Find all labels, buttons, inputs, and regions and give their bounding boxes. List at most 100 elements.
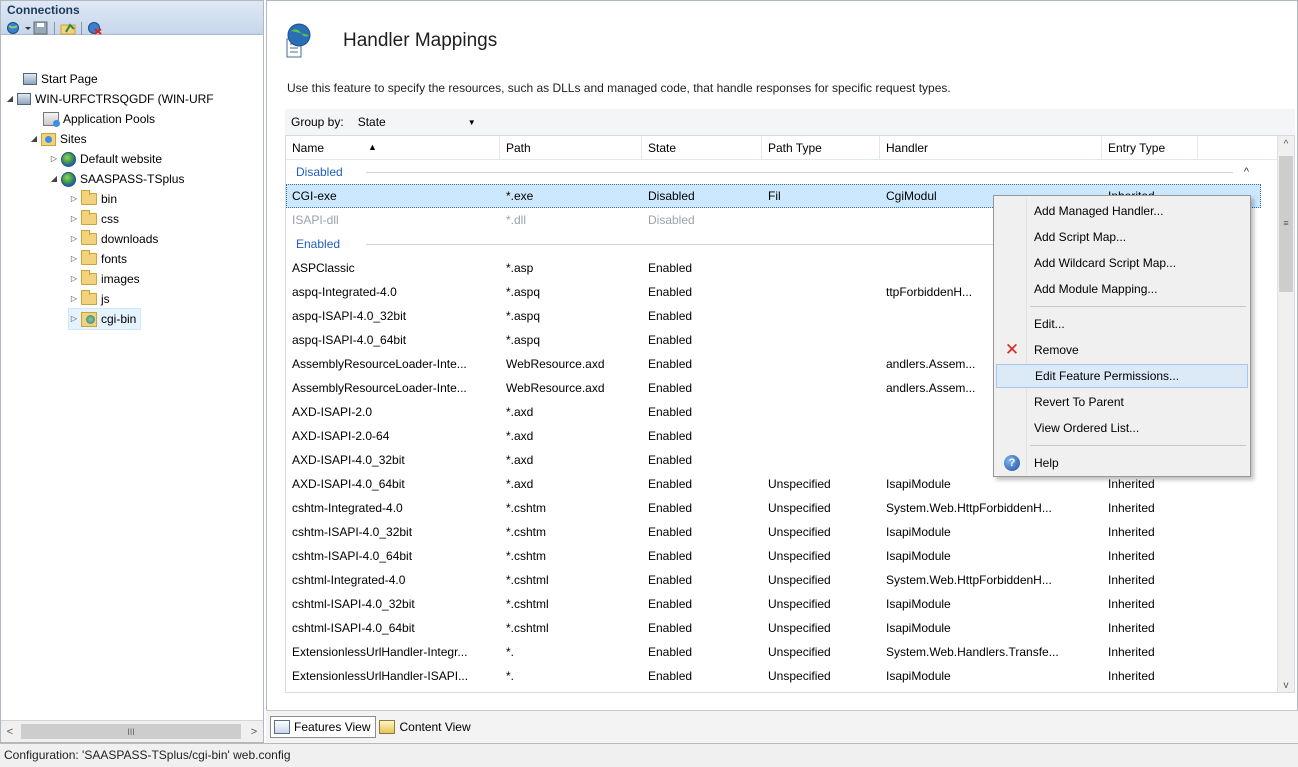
expand-arrow-icon[interactable]: ▷ [69, 249, 79, 269]
cell-name: cshtml-ISAPI-4.0_32bit [292, 597, 415, 611]
menu-item-label: Add Script Map... [1034, 230, 1127, 244]
group-header-disabled[interactable]: Disabled ^ [286, 160, 1261, 184]
scroll-thumb[interactable]: III [21, 724, 241, 739]
table-row[interactable]: cshtm-ISAPI-4.0_32bit *.cshtm Enabled Unspe… [286, 520, 1261, 544]
scroll-thumb[interactable]: ≡ [1279, 156, 1293, 292]
save-icon[interactable] [33, 21, 49, 35]
table-row[interactable]: cshtm-Integrated-4.0 *.cshtm Enabled Unspec… [286, 496, 1261, 520]
scroll-up-button[interactable]: ^ [1278, 136, 1294, 153]
tree-node-fonts[interactable]: ▷ fonts [69, 249, 127, 269]
table-row[interactable]: cshtml-ISAPI-4.0_64bit *.cshtml Enabled Uns… [286, 616, 1261, 640]
cell-state: Enabled [648, 333, 693, 347]
tree-node-application-pools[interactable]: Application Pools [41, 109, 155, 129]
table-row[interactable]: cshtml-Integrated-4.0 *.cshtml Enabled Unsp… [286, 568, 1261, 592]
toolbar-separator [54, 21, 55, 35]
tree-node-js[interactable]: ▷ js [69, 289, 110, 309]
collapse-group-icon[interactable]: ^ [1244, 160, 1249, 184]
menu-item-add-module-mapping[interactable]: Add Module Mapping... [996, 277, 1248, 301]
menu-item-view-ordered-list[interactable]: View Ordered List... [996, 416, 1248, 440]
expand-arrow-icon[interactable]: ▷ [69, 269, 79, 289]
connections-pane: Connections Start Page ◢ WIN-URFCTRSQGDF… [0, 0, 264, 743]
tree-node-sites[interactable]: ◢ Sites [29, 129, 87, 149]
column-header-state[interactable]: State [642, 136, 762, 160]
menu-item-remove[interactable]: ✕ Remove [996, 338, 1248, 362]
disconnect-globe-icon[interactable] [87, 21, 103, 35]
folder-icon [81, 270, 97, 285]
cell-handler: IsapiModule [886, 549, 951, 563]
column-header-label: Handler [886, 141, 929, 155]
table-row[interactable]: cshtml-ISAPI-4.0_32bit *.cshtml Enabled Uns… [286, 592, 1261, 616]
collapse-arrow-icon[interactable]: ◢ [5, 89, 15, 109]
menu-item-edit-feature-permissions[interactable]: Edit Feature Permissions... [996, 364, 1248, 388]
expand-arrow-icon[interactable]: ▷ [69, 209, 79, 229]
cell-state: Enabled [648, 405, 693, 419]
menu-item-add-script-map[interactable]: Add Script Map... [996, 225, 1248, 249]
dropdown-arrow-icon[interactable] [25, 21, 31, 35]
menu-item-help[interactable]: ? Help [996, 451, 1248, 475]
cell-entry-type: Inherited [1108, 669, 1155, 683]
group-header-label: Disabled [296, 165, 343, 179]
scroll-left-button[interactable]: < [1, 726, 19, 738]
connect-globe-icon[interactable] [7, 21, 23, 35]
expand-arrow-icon[interactable]: ▷ [69, 229, 79, 249]
tree-node-label: Sites [60, 132, 87, 146]
menu-item-edit[interactable]: Edit... [996, 312, 1248, 336]
tree-node-default-website[interactable]: ▷ Default website [49, 149, 162, 169]
tree-node-label: css [101, 212, 119, 226]
expand-arrow-icon[interactable]: ▷ [69, 189, 79, 209]
tree-node-bin[interactable]: ▷ bin [69, 189, 117, 209]
cell-state: Disabled [648, 213, 695, 227]
cell-handler: System.Web.HttpForbiddenH... [886, 501, 1052, 515]
column-header-entry-type[interactable]: Entry Type [1102, 136, 1198, 160]
cell-handler: System.Web.HttpForbiddenH... [886, 573, 1052, 587]
cell-path: *.cshtml [506, 573, 549, 587]
menu-item-label: Help [1034, 456, 1059, 470]
toolbar-separator [81, 21, 82, 35]
tree-node-cgi-bin[interactable]: ▷ cgi-bin [67, 308, 142, 330]
column-header-path[interactable]: Path [500, 136, 642, 160]
table-row[interactable]: cshtm-ISAPI-4.0_64bit *.cshtm Enabled Unspe… [286, 544, 1261, 568]
column-header-path-type[interactable]: Path Type [762, 136, 880, 160]
collapse-arrow-icon[interactable]: ◢ [49, 169, 59, 189]
menu-item-add-wildcard-script-map[interactable]: Add Wildcard Script Map... [996, 251, 1248, 275]
tree-horizontal-scrollbar[interactable]: < III > [1, 720, 263, 742]
cell-state: Enabled [648, 285, 693, 299]
group-by-select[interactable]: State ▼ [354, 113, 480, 131]
tree-node-start-page[interactable]: Start Page [21, 69, 98, 89]
grid-vertical-scrollbar[interactable]: ^ ≡ v [1277, 136, 1294, 692]
menu-item-add-managed-handler[interactable]: Add Managed Handler... [996, 199, 1248, 223]
column-header-handler[interactable]: Handler [880, 136, 1102, 160]
table-row[interactable]: ExtensionlessUrlHandler-ISAPI... *. Enable… [286, 664, 1261, 688]
scroll-down-button[interactable]: v [1278, 677, 1294, 692]
scroll-right-button[interactable]: > [245, 726, 263, 738]
cell-handler: andlers.Assem... [886, 357, 976, 371]
tree-node-images[interactable]: ▷ images [69, 269, 140, 289]
table-row[interactable]: ExtensionlessUrlHandler-Integr... *. Enabl… [286, 640, 1261, 664]
cell-entry-type: Inherited [1108, 525, 1155, 539]
up-folder-icon[interactable] [60, 21, 76, 35]
cell-state: Enabled [648, 501, 693, 515]
tree-node-saaspass-tsplus[interactable]: ◢ SAASPASS-TSplus [49, 169, 184, 189]
cell-path-type: Fil [768, 189, 781, 203]
menu-item-revert-to-parent[interactable]: Revert To Parent [996, 390, 1248, 414]
column-header-label: Path [506, 141, 531, 155]
sites-icon [41, 132, 56, 146]
expand-arrow-icon[interactable]: ▷ [69, 309, 79, 329]
tree-node-downloads[interactable]: ▷ downloads [69, 229, 158, 249]
cell-state: Enabled [648, 309, 693, 323]
tree-node-server[interactable]: ◢ WIN-URFCTRSQGDF (WIN-URF [5, 89, 214, 109]
tree-node-label: fonts [101, 252, 128, 266]
collapse-arrow-icon[interactable]: ◢ [29, 129, 39, 149]
cell-path: *.dll [506, 213, 527, 227]
tab-content-view[interactable]: Content View [376, 716, 475, 738]
menu-item-label: Add Module Mapping... [1034, 282, 1158, 296]
tree-node-css[interactable]: ▷ css [69, 209, 119, 229]
cell-path-type: Unspecified [768, 645, 831, 659]
scroll-track[interactable]: III [19, 723, 245, 740]
features-view-icon [274, 720, 290, 734]
expand-arrow-icon[interactable]: ▷ [69, 289, 79, 309]
expand-arrow-icon[interactable]: ▷ [49, 149, 59, 169]
column-header-name[interactable]: Name ▲ [286, 136, 500, 160]
tab-features-view[interactable]: Features View [270, 716, 377, 738]
tree-node-label: bin [101, 192, 118, 206]
